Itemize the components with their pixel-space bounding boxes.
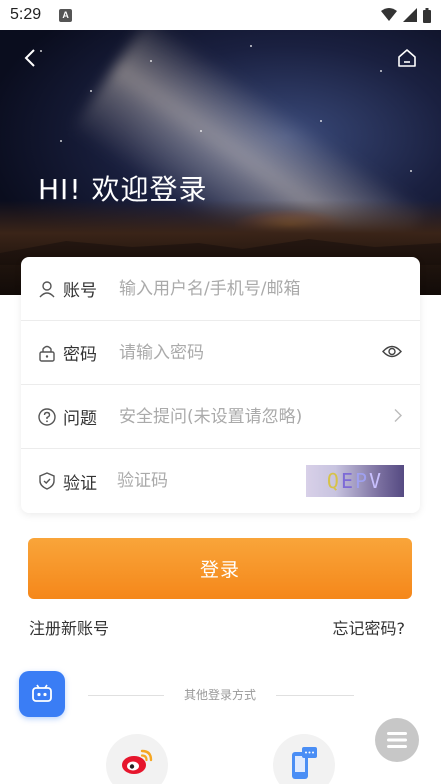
chevron-left-icon (24, 49, 35, 67)
account-row: 账号 (21, 257, 420, 321)
star (320, 120, 322, 122)
star (200, 130, 202, 132)
status-bar: 5:29 A (0, 0, 441, 30)
verify-row: 验证 Q E P V (21, 449, 420, 513)
star (60, 140, 62, 142)
login-form-card: 账号 密码 问题 验证 Q E P V (21, 257, 420, 513)
password-row: 密码 (21, 321, 420, 385)
robot-assistant-button[interactable] (19, 671, 65, 717)
page-title: HI! 欢迎登录 (38, 173, 208, 206)
question-select[interactable] (119, 406, 404, 427)
account-input[interactable] (119, 278, 404, 299)
hamburger-icon (387, 732, 407, 748)
notification-icon: A (59, 8, 73, 22)
verify-label: 验证 (63, 473, 97, 494)
captcha-image[interactable]: Q E P V (306, 465, 404, 497)
star (380, 70, 382, 72)
divider-right (276, 695, 354, 696)
hero-banner: HI! 欢迎登录 (0, 30, 441, 295)
question-row[interactable]: 问题 (21, 385, 420, 449)
star (90, 90, 92, 92)
home-icon (398, 49, 416, 67)
home-button[interactable] (393, 44, 421, 72)
lock-icon (37, 343, 57, 363)
captcha-char: E (340, 469, 355, 493)
weibo-login-button[interactable] (106, 734, 168, 784)
account-label: 账号 (63, 281, 97, 301)
back-button[interactable] (16, 44, 44, 72)
phone-login-button[interactable] (273, 734, 335, 784)
signal-icon (403, 8, 417, 22)
login-button[interactable]: 登录 (28, 538, 412, 599)
floating-menu-button[interactable] (375, 718, 419, 762)
captcha-char: Q (326, 469, 341, 493)
star (410, 170, 412, 172)
battery-icon (423, 7, 431, 23)
phone-message-icon (292, 747, 317, 779)
captcha-char: P (355, 469, 370, 493)
status-time: 5:29 (10, 6, 42, 23)
password-input[interactable] (119, 342, 404, 363)
register-link[interactable]: 注册新账号 (29, 615, 109, 639)
wifi-icon (381, 8, 397, 21)
status-icons (381, 7, 431, 23)
eye-icon[interactable] (382, 343, 402, 362)
forgot-password-link[interactable]: 忘记密码? (333, 615, 406, 639)
question-icon (37, 407, 57, 427)
password-label: 密码 (63, 345, 97, 365)
shield-icon (37, 471, 57, 491)
captcha-char: V (369, 469, 384, 493)
star (150, 60, 152, 62)
weibo-icon (122, 749, 153, 774)
other-login-label: 其他登录方式 (183, 688, 256, 702)
chevron-right-icon (394, 407, 402, 426)
divider-left (88, 695, 164, 696)
user-icon (37, 279, 57, 299)
question-label: 问题 (63, 409, 97, 429)
robot-icon (32, 684, 52, 702)
star (250, 45, 252, 47)
